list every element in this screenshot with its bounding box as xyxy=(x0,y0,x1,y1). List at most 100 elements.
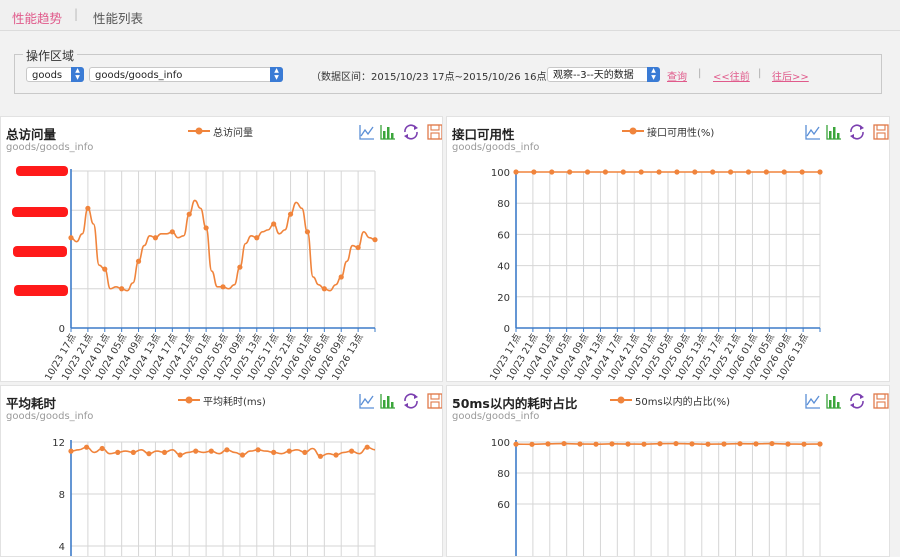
data-point[interactable] xyxy=(99,445,105,452)
y-tick-label: 12 xyxy=(52,438,65,449)
data-point[interactable] xyxy=(674,169,680,175)
data-point[interactable] xyxy=(338,274,344,280)
chart-panel-availability: 接口可用性 goods/goods_info 接口可用性(%) 0 20 40 60 8… xyxy=(446,116,890,382)
data-point[interactable] xyxy=(119,286,125,292)
data-point[interactable] xyxy=(333,452,339,458)
tab-separator: | xyxy=(74,7,79,21)
data-point[interactable] xyxy=(769,440,775,447)
data-point[interactable] xyxy=(102,266,108,272)
data-point[interactable] xyxy=(271,449,277,455)
data-point[interactable] xyxy=(254,235,260,241)
data-point[interactable] xyxy=(286,448,292,454)
data-point[interactable] xyxy=(545,441,551,447)
data-point[interactable] xyxy=(237,264,243,270)
data-point[interactable] xyxy=(271,221,277,227)
data-point[interactable] xyxy=(641,441,647,447)
data-point[interactable] xyxy=(287,211,294,217)
data-point[interactable] xyxy=(302,449,308,455)
redacted-y-label xyxy=(12,207,68,217)
data-point[interactable] xyxy=(513,441,519,447)
data-point[interactable] xyxy=(115,449,121,455)
module-select-value: goods xyxy=(32,70,63,81)
data-point[interactable] xyxy=(513,169,519,175)
data-point[interactable] xyxy=(68,235,74,241)
data-point[interactable] xyxy=(593,441,599,447)
data-point[interactable] xyxy=(567,169,573,175)
data-point[interactable] xyxy=(549,169,555,175)
data-point[interactable] xyxy=(801,441,807,447)
y-tick-label: 20 xyxy=(497,293,510,304)
data-point[interactable] xyxy=(577,441,583,447)
data-point[interactable] xyxy=(372,237,378,243)
module-select[interactable]: goods ▲ ▼ xyxy=(26,67,84,82)
data-point[interactable] xyxy=(692,169,698,175)
data-point[interactable] xyxy=(817,169,823,175)
data-point[interactable] xyxy=(689,441,695,447)
data-point[interactable] xyxy=(799,169,805,175)
select-arrow-icon: ▲ ▼ xyxy=(647,67,660,82)
data-point[interactable] xyxy=(169,229,175,235)
data-point[interactable] xyxy=(609,441,615,447)
data-point[interactable] xyxy=(355,244,361,251)
data-point[interactable] xyxy=(186,211,192,217)
data-point[interactable] xyxy=(785,441,791,447)
y-tick-label: 100 xyxy=(491,438,510,449)
redacted-y-label xyxy=(14,285,68,296)
data-point[interactable] xyxy=(625,441,631,447)
data-point[interactable] xyxy=(638,169,644,175)
data-point[interactable] xyxy=(656,169,662,175)
data-point[interactable] xyxy=(817,441,823,447)
y-tick-label: 0 xyxy=(504,324,510,335)
data-point[interactable] xyxy=(657,441,663,447)
data-point[interactable] xyxy=(584,169,591,175)
interface-select[interactable]: goods/goods_info ▲ ▼ xyxy=(89,67,283,82)
data-point[interactable] xyxy=(602,169,609,175)
data-point[interactable] xyxy=(737,441,743,447)
y-tick-label: 80 xyxy=(497,199,510,210)
data-point[interactable] xyxy=(620,169,626,175)
data-point[interactable] xyxy=(753,441,759,447)
data-point[interactable] xyxy=(364,444,370,450)
data-point[interactable] xyxy=(317,453,324,459)
tab-performance-trend[interactable]: 性能趋势 xyxy=(12,8,62,27)
data-point[interactable] xyxy=(255,447,261,453)
data-point[interactable] xyxy=(203,225,209,231)
data-point[interactable] xyxy=(763,169,769,175)
chart-panel-average-latency: 平均耗时 goods/goods_info 平均耗时(ms) 4 8 12 xyxy=(0,385,443,557)
data-point[interactable] xyxy=(673,440,679,447)
data-point[interactable] xyxy=(304,229,311,235)
data-point[interactable] xyxy=(208,448,214,454)
data-point[interactable] xyxy=(321,286,327,292)
data-point[interactable] xyxy=(193,448,199,454)
data-point[interactable] xyxy=(152,235,159,241)
operation-legend: 操作区域 xyxy=(23,47,78,64)
data-point[interactable] xyxy=(146,451,152,457)
link-separator: | xyxy=(698,68,702,79)
data-point[interactable] xyxy=(349,448,355,454)
data-point[interactable] xyxy=(68,448,74,454)
data-point[interactable] xyxy=(710,169,716,175)
data-point[interactable] xyxy=(85,205,91,211)
data-point[interactable] xyxy=(745,169,752,175)
data-point[interactable] xyxy=(135,258,142,264)
data-point[interactable] xyxy=(529,441,535,447)
data-point[interactable] xyxy=(721,441,727,447)
tab-performance-list[interactable]: 性能列表 xyxy=(93,8,143,27)
data-point[interactable] xyxy=(130,449,136,455)
data-point[interactable] xyxy=(161,449,168,455)
data-point[interactable] xyxy=(727,169,734,175)
prev-link[interactable]: <<往前 xyxy=(713,68,750,83)
data-point[interactable] xyxy=(224,447,230,453)
data-point[interactable] xyxy=(239,452,246,458)
observe-days-select[interactable]: 观察--3--天的数据 ▲ ▼ xyxy=(547,67,660,82)
next-link[interactable]: 往后>> xyxy=(772,68,809,83)
data-point[interactable] xyxy=(83,444,90,450)
query-link[interactable]: 查询 xyxy=(667,68,687,83)
data-point[interactable] xyxy=(561,440,567,447)
data-point[interactable] xyxy=(705,441,711,447)
data-point[interactable] xyxy=(781,169,787,175)
data-point[interactable] xyxy=(531,169,537,175)
data-point[interactable] xyxy=(220,284,226,290)
data-range-text: （数据区间：2015/10/23 17点~2015/10/26 16点 xyxy=(311,72,547,83)
data-point[interactable] xyxy=(177,452,183,458)
